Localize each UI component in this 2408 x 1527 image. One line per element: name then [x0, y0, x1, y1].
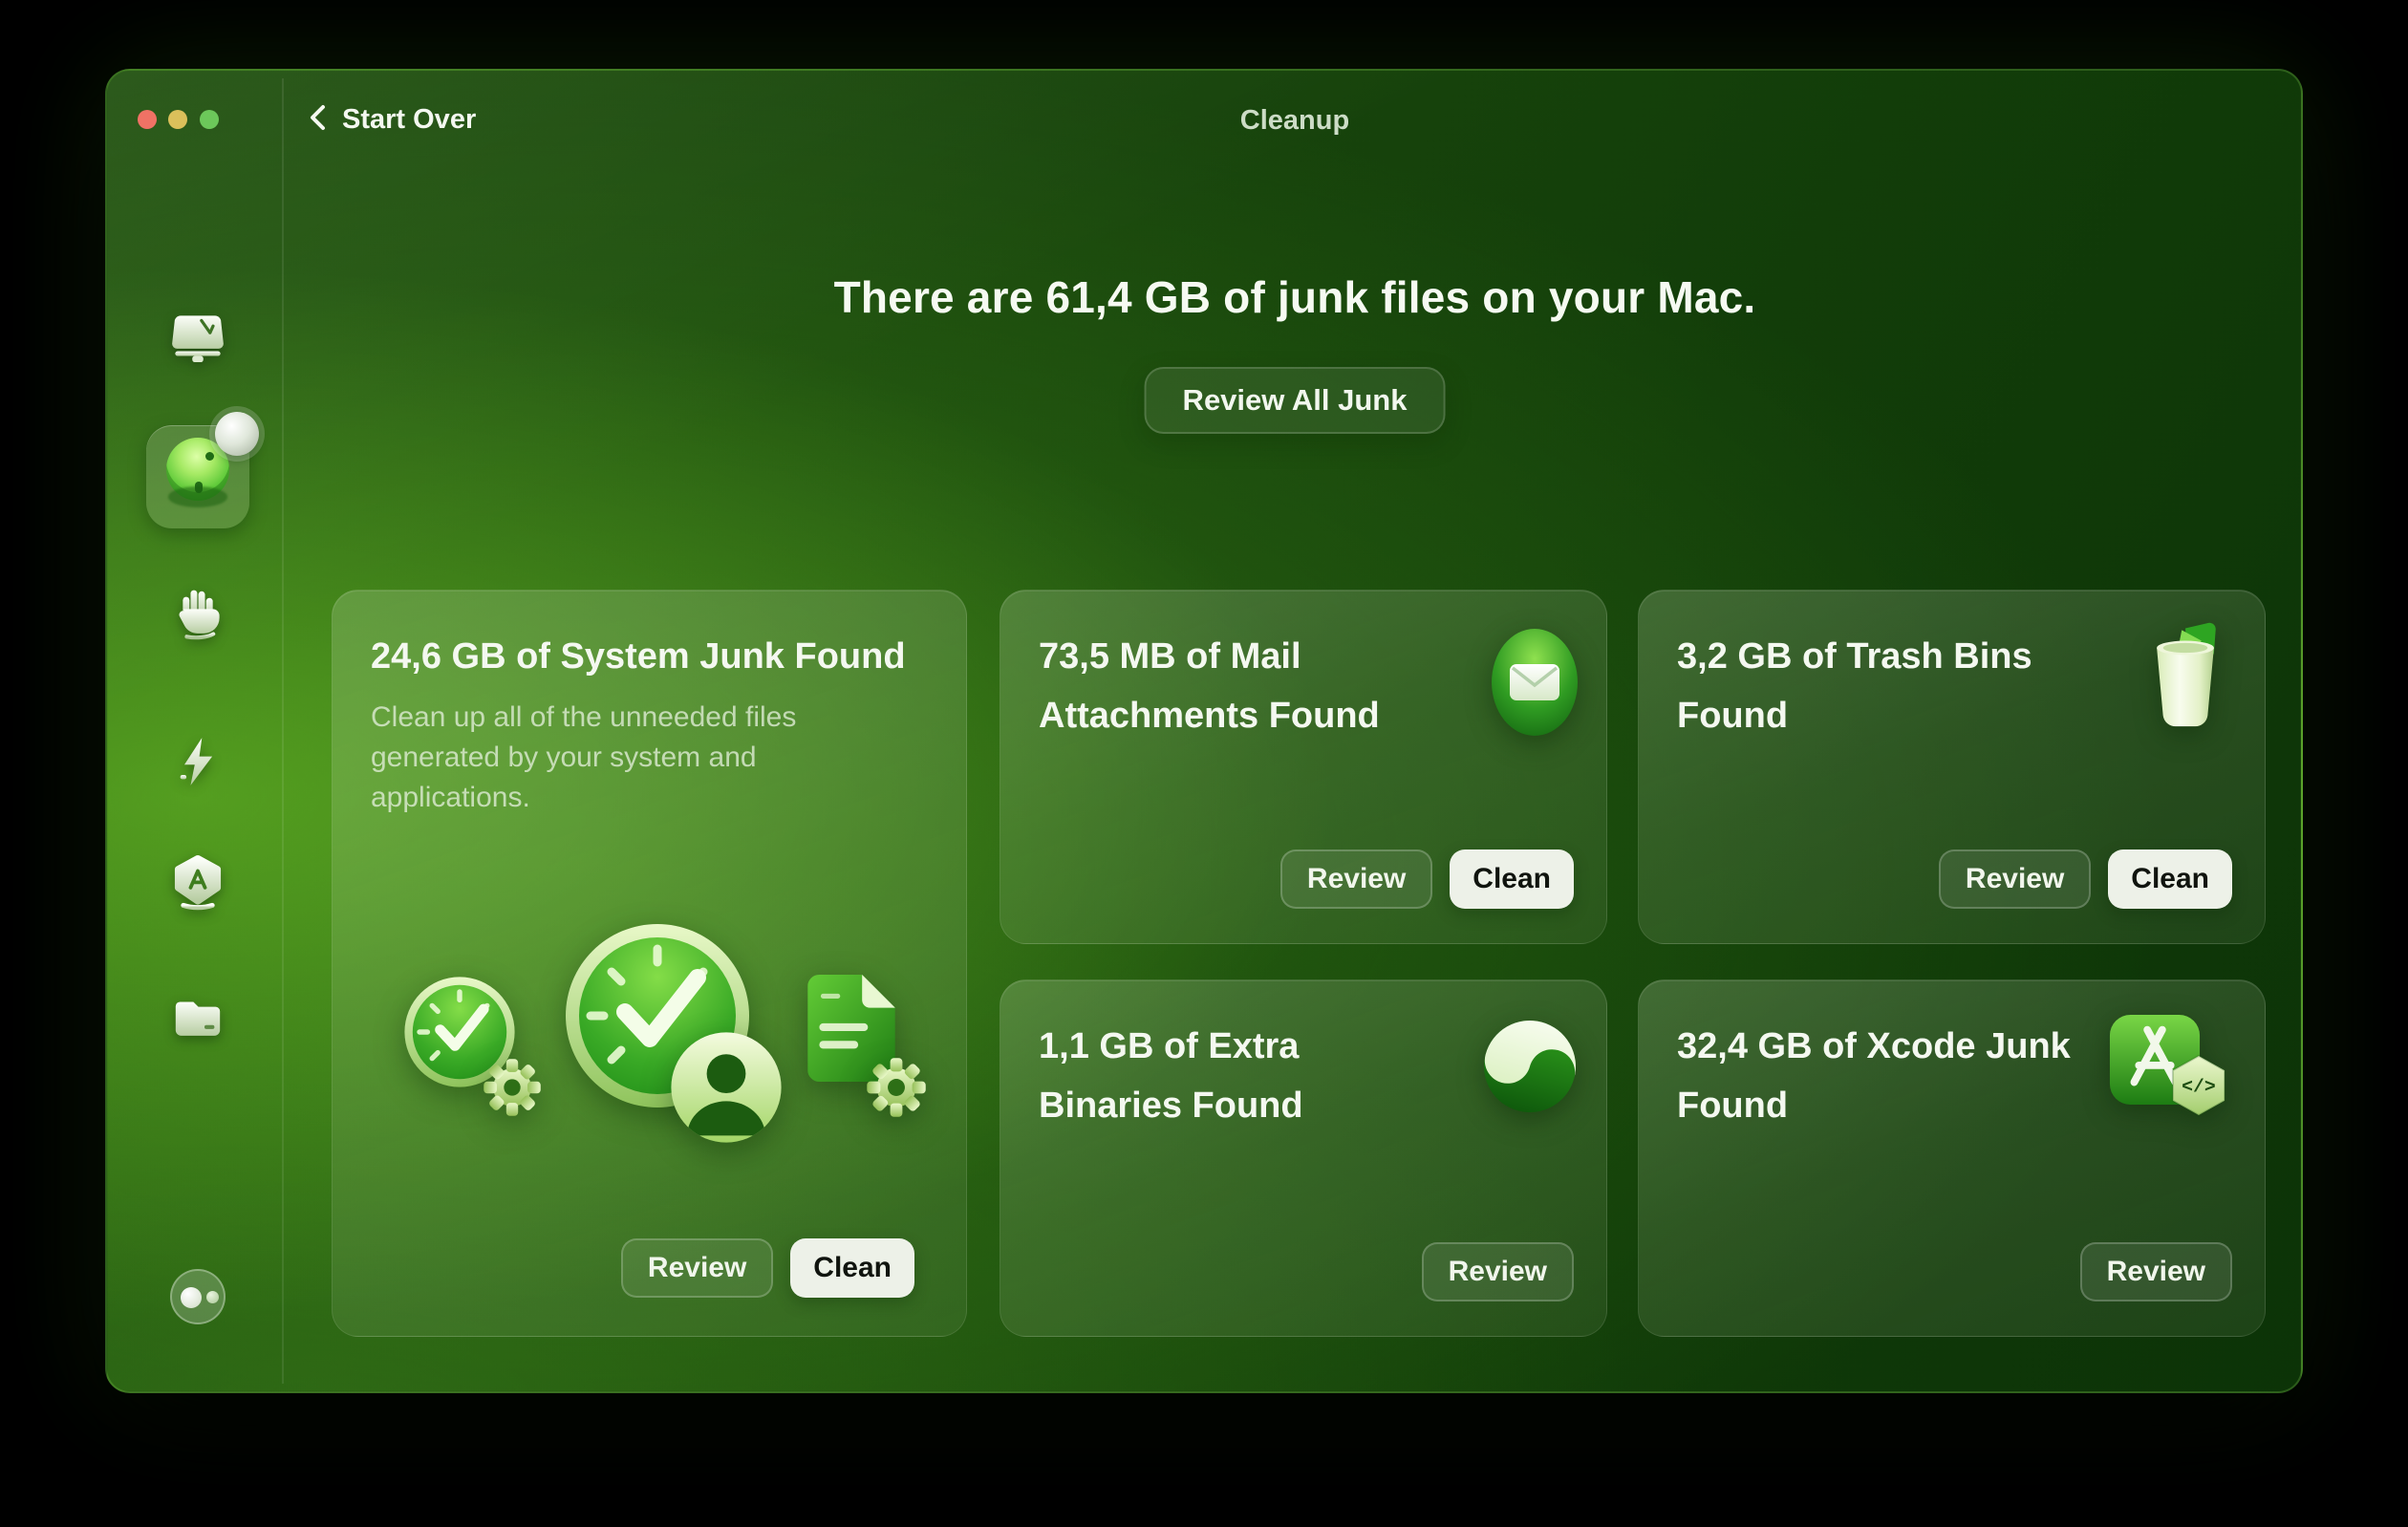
assistant-avatar[interactable] [170, 1269, 226, 1324]
sidebar-item-my-mac[interactable] [167, 311, 228, 366]
review-button[interactable]: Review [1938, 850, 2092, 909]
app-window: Start Over Cleanup There are 61,4 GB of … [105, 69, 2303, 1393]
appstore-shield-icon [170, 854, 226, 915]
mac-disk-icon [167, 311, 228, 366]
card-trash-bins: 3,2 GB of Trash Bins Found Review Clean [1638, 590, 2266, 944]
card-xcode-junk: 32,4 GB of Xcode Junk Found Review [1638, 979, 2266, 1337]
trash-bin-icon [2140, 621, 2230, 728]
review-all-junk-button[interactable]: Review All Junk [1144, 367, 1446, 434]
sidebar-item-performance[interactable] [172, 733, 224, 790]
bubbles-icon [181, 1287, 202, 1308]
sidebar-item-cleanup-selected[interactable] [146, 412, 259, 528]
sidebar-item-applications[interactable] [170, 854, 226, 915]
zoom-window-button[interactable] [200, 110, 219, 129]
sidebar-item-my-clutter[interactable] [170, 994, 226, 1045]
user-badge-icon [669, 1030, 784, 1145]
folder-icon [170, 994, 226, 1045]
desktop-background: Start Over Cleanup There are 61,4 GB of … [0, 0, 2408, 1527]
page-title: Cleanup [1239, 105, 1350, 136]
bubbles-icon-small [206, 1291, 219, 1303]
notification-orb-badge [215, 412, 259, 456]
review-button[interactable]: Review [620, 1238, 774, 1298]
card-system-junk: 24,6 GB of System Junk Found Clean up al… [332, 590, 967, 1337]
clean-button[interactable]: Clean [790, 1238, 914, 1298]
card-title: 1,1 GB of Extra Binaries Found [1039, 1026, 1303, 1126]
card-mail-attachments: 73,5 MB of Mail Attachments Found Review… [1000, 590, 1607, 944]
lightning-icon [172, 733, 224, 790]
card-title: 3,2 GB of Trash Bins Found [1677, 636, 2032, 736]
start-over-button[interactable]: Start Over [308, 102, 476, 137]
cleanup-orb-shadow [168, 486, 227, 507]
start-over-label: Start Over [342, 103, 477, 135]
sidebar-item-protection[interactable] [170, 586, 226, 641]
card-title: 73,5 MB of Mail Attachments Found [1039, 636, 1380, 736]
xcode-icon-group [2108, 1009, 2242, 1135]
review-button[interactable]: Review [2079, 1242, 2232, 1301]
close-window-button[interactable] [138, 110, 157, 129]
review-button[interactable]: Review [1421, 1242, 1574, 1301]
yin-yang-icon [1482, 1019, 1578, 1114]
sidebar-divider [282, 78, 284, 1384]
chevron-left-icon [308, 103, 329, 137]
mail-envelope-icon [1492, 629, 1578, 736]
review-button[interactable]: Review [1279, 850, 1433, 909]
card-description: Clean up all of the unneeded files gener… [371, 701, 797, 813]
card-title: 32,4 GB of Xcode Junk Found [1677, 1026, 2071, 1126]
hand-icon [170, 586, 226, 641]
junk-summary-headline: There are 61,4 GB of junk files on your … [833, 272, 1756, 322]
clean-button[interactable]: Clean [2108, 850, 2232, 909]
card-title: 24,6 GB of System Junk Found [371, 636, 906, 677]
code-hexagon-icon [2167, 1051, 2230, 1120]
card-extra-binaries: 1,1 GB of Extra Binaries Found Review [1000, 979, 1607, 1337]
gear-icon [866, 1057, 927, 1118]
gear-icon [483, 1058, 542, 1117]
clean-button[interactable]: Clean [1450, 850, 1574, 909]
minimize-window-button[interactable] [168, 110, 187, 129]
